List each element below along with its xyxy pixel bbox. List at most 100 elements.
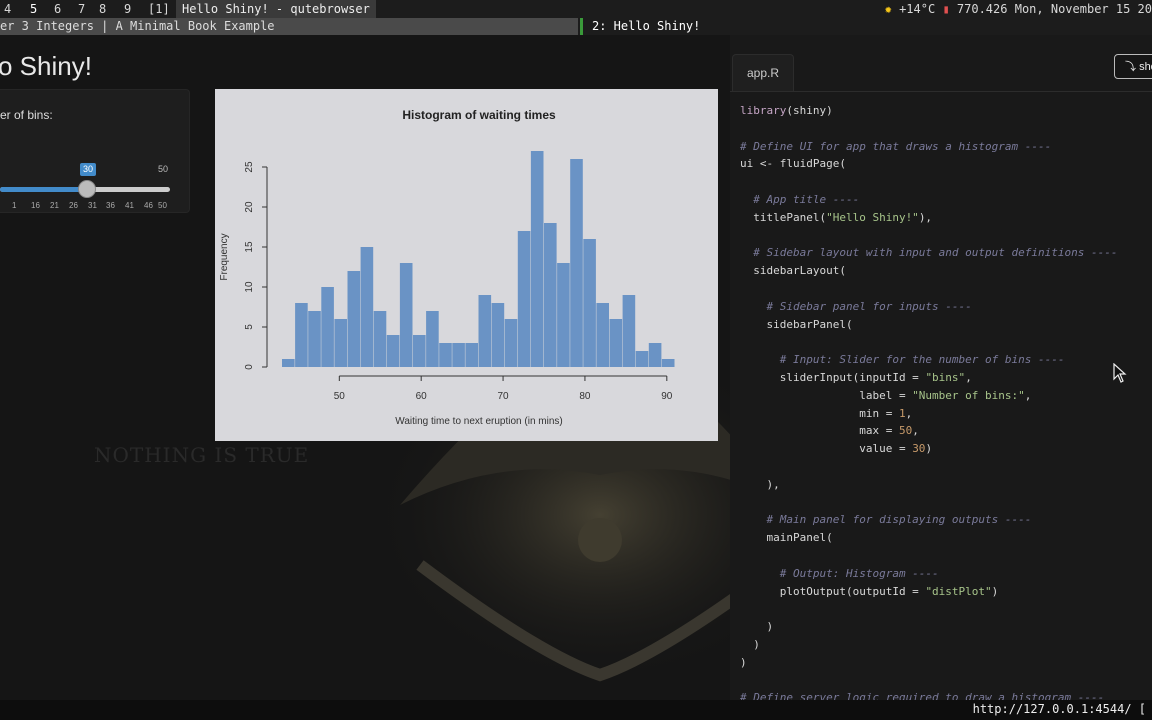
- browser-tab-bar: er 3 Integers | A Minimal Book Example 2…: [0, 18, 1152, 35]
- code-token: sidebarLayout(: [740, 264, 846, 278]
- code-line: # Sidebar panel for inputs ----: [740, 298, 1118, 316]
- code-line: ): [740, 618, 1118, 636]
- slider-handle[interactable]: [78, 180, 96, 198]
- code-line: plotOutput(outputId = "distPlot"): [740, 583, 1118, 601]
- code-token: min =: [740, 406, 899, 420]
- layout-indicator[interactable]: [1]: [148, 0, 170, 18]
- workspace-4[interactable]: 4: [4, 0, 11, 18]
- tab-app-r[interactable]: app.R: [732, 54, 794, 91]
- x-tick-label: 70: [498, 391, 510, 402]
- code-token: ,: [905, 406, 913, 420]
- background-watermark: NOTHING IS TRUE: [94, 443, 310, 467]
- system-info: ✹ +14°C ▮ 770.426 Mon, November 15 20: [885, 0, 1152, 18]
- code-token: mainPanel(: [740, 531, 833, 545]
- y-tick-label: 15: [244, 241, 255, 253]
- code-panel: app.R ⤵ show library(shiny) # Define UI …: [730, 35, 1152, 700]
- histogram-bars: [282, 151, 675, 367]
- slider-tick-label: 31: [88, 201, 97, 210]
- code-token: sidebarPanel(: [740, 317, 853, 331]
- code-line: library(shiny): [740, 102, 1118, 120]
- histogram-bar: [517, 231, 531, 367]
- code-block: library(shiny) # Define UI for app that …: [740, 102, 1118, 700]
- code-line: mainPanel(: [740, 529, 1118, 547]
- histogram-bar: [570, 159, 583, 367]
- code-line: sidebarLayout(: [740, 262, 1118, 280]
- code-token: titlePanel(: [740, 210, 827, 224]
- workspace-7[interactable]: 7: [78, 0, 85, 18]
- code-line: # App title ----: [740, 191, 1118, 209]
- x-tick-label: 90: [661, 391, 673, 402]
- slider-max-label: 50: [158, 164, 169, 174]
- histogram-bar: [635, 351, 649, 367]
- code-token: # Define server logic required to draw a…: [740, 691, 1105, 700]
- histogram-bar: [557, 263, 570, 367]
- slider-tick-labels: 1 16 21 26 31 36 41 46 50: [0, 201, 180, 213]
- histogram-bar: [661, 359, 675, 367]
- code-token: # Sidebar layout with input and output d…: [740, 246, 1118, 260]
- window-title: Hello Shiny! - qutebrowser: [176, 0, 376, 18]
- code-token: ): [991, 584, 999, 598]
- show-code-button[interactable]: ⤵ show: [1114, 54, 1152, 79]
- slider-tick-label: 50: [158, 201, 167, 210]
- histogram-bar: [609, 319, 623, 367]
- code-token: sliderInput(inputId =: [740, 370, 926, 384]
- slider-tick-label: 16: [31, 201, 40, 210]
- code-line: titlePanel("Hello Shiny!"),: [740, 209, 1118, 227]
- code-token: "Number of bins:": [912, 388, 1025, 402]
- y-tick-label: 5: [244, 324, 255, 330]
- code-line: # Define server logic required to draw a…: [740, 689, 1118, 700]
- code-token: label =: [740, 388, 913, 402]
- x-tick-label: 80: [579, 391, 591, 402]
- mouse-cursor-icon: [1113, 363, 1127, 383]
- histogram-bar: [530, 151, 544, 367]
- histogram-bar: [295, 303, 308, 367]
- histogram-bar: [622, 295, 636, 367]
- code-token: value =: [740, 442, 913, 456]
- workspace-6[interactable]: 6: [54, 0, 61, 18]
- workspace-5[interactable]: 5: [30, 0, 37, 18]
- histogram-bar: [347, 271, 361, 367]
- code-token: # Main panel for displaying outputs ----: [740, 513, 1032, 527]
- slider-value-badge: 30: [80, 163, 96, 176]
- tab-hello-shiny[interactable]: 2: Hello Shiny!: [580, 18, 700, 35]
- battery-text: 770.426: [956, 2, 1008, 16]
- slider-tick-label: 41: [125, 201, 134, 210]
- histogram-bar: [491, 303, 505, 367]
- code-token: ): [925, 442, 933, 456]
- code-token: (: [786, 104, 793, 117]
- workspace-9[interactable]: 9: [124, 0, 131, 18]
- code-token: shiny: [792, 104, 827, 117]
- code-token: ),: [918, 210, 933, 224]
- code-token: # Define UI for app that draws a histogr…: [740, 139, 1052, 153]
- code-token: ): [740, 620, 774, 634]
- histogram-bar: [596, 303, 609, 367]
- code-token: max =: [740, 424, 899, 438]
- histogram-bar: [439, 343, 452, 367]
- histogram-svg: Histogram of waiting times Waiting time …: [219, 108, 675, 427]
- code-token: # Sidebar panel for inputs ----: [740, 299, 972, 313]
- code-line: min = 1,: [740, 405, 1118, 423]
- code-line: sliderInput(inputId = "bins",: [740, 369, 1118, 387]
- battery-icon: ▮: [942, 2, 950, 16]
- tab-minimal-book[interactable]: er 3 Integers | A Minimal Book Example: [0, 18, 578, 35]
- workspace-8[interactable]: 8: [99, 0, 106, 18]
- histogram-bar: [399, 263, 413, 367]
- histogram-plot: Histogram of waiting times Waiting time …: [215, 89, 718, 441]
- code-token: # App title ----: [740, 192, 860, 206]
- histogram-bar: [465, 343, 478, 367]
- code-line: # Output: Histogram ----: [740, 565, 1118, 583]
- slider-tick-label: 26: [69, 201, 78, 210]
- y-tick-label: 25: [244, 161, 255, 173]
- histogram-bar: [282, 359, 295, 367]
- code-token: # Output: Histogram ----: [740, 566, 939, 580]
- slider-tick-label: 21: [50, 201, 59, 210]
- code-line: # Define UI for app that draws a histogr…: [740, 138, 1118, 156]
